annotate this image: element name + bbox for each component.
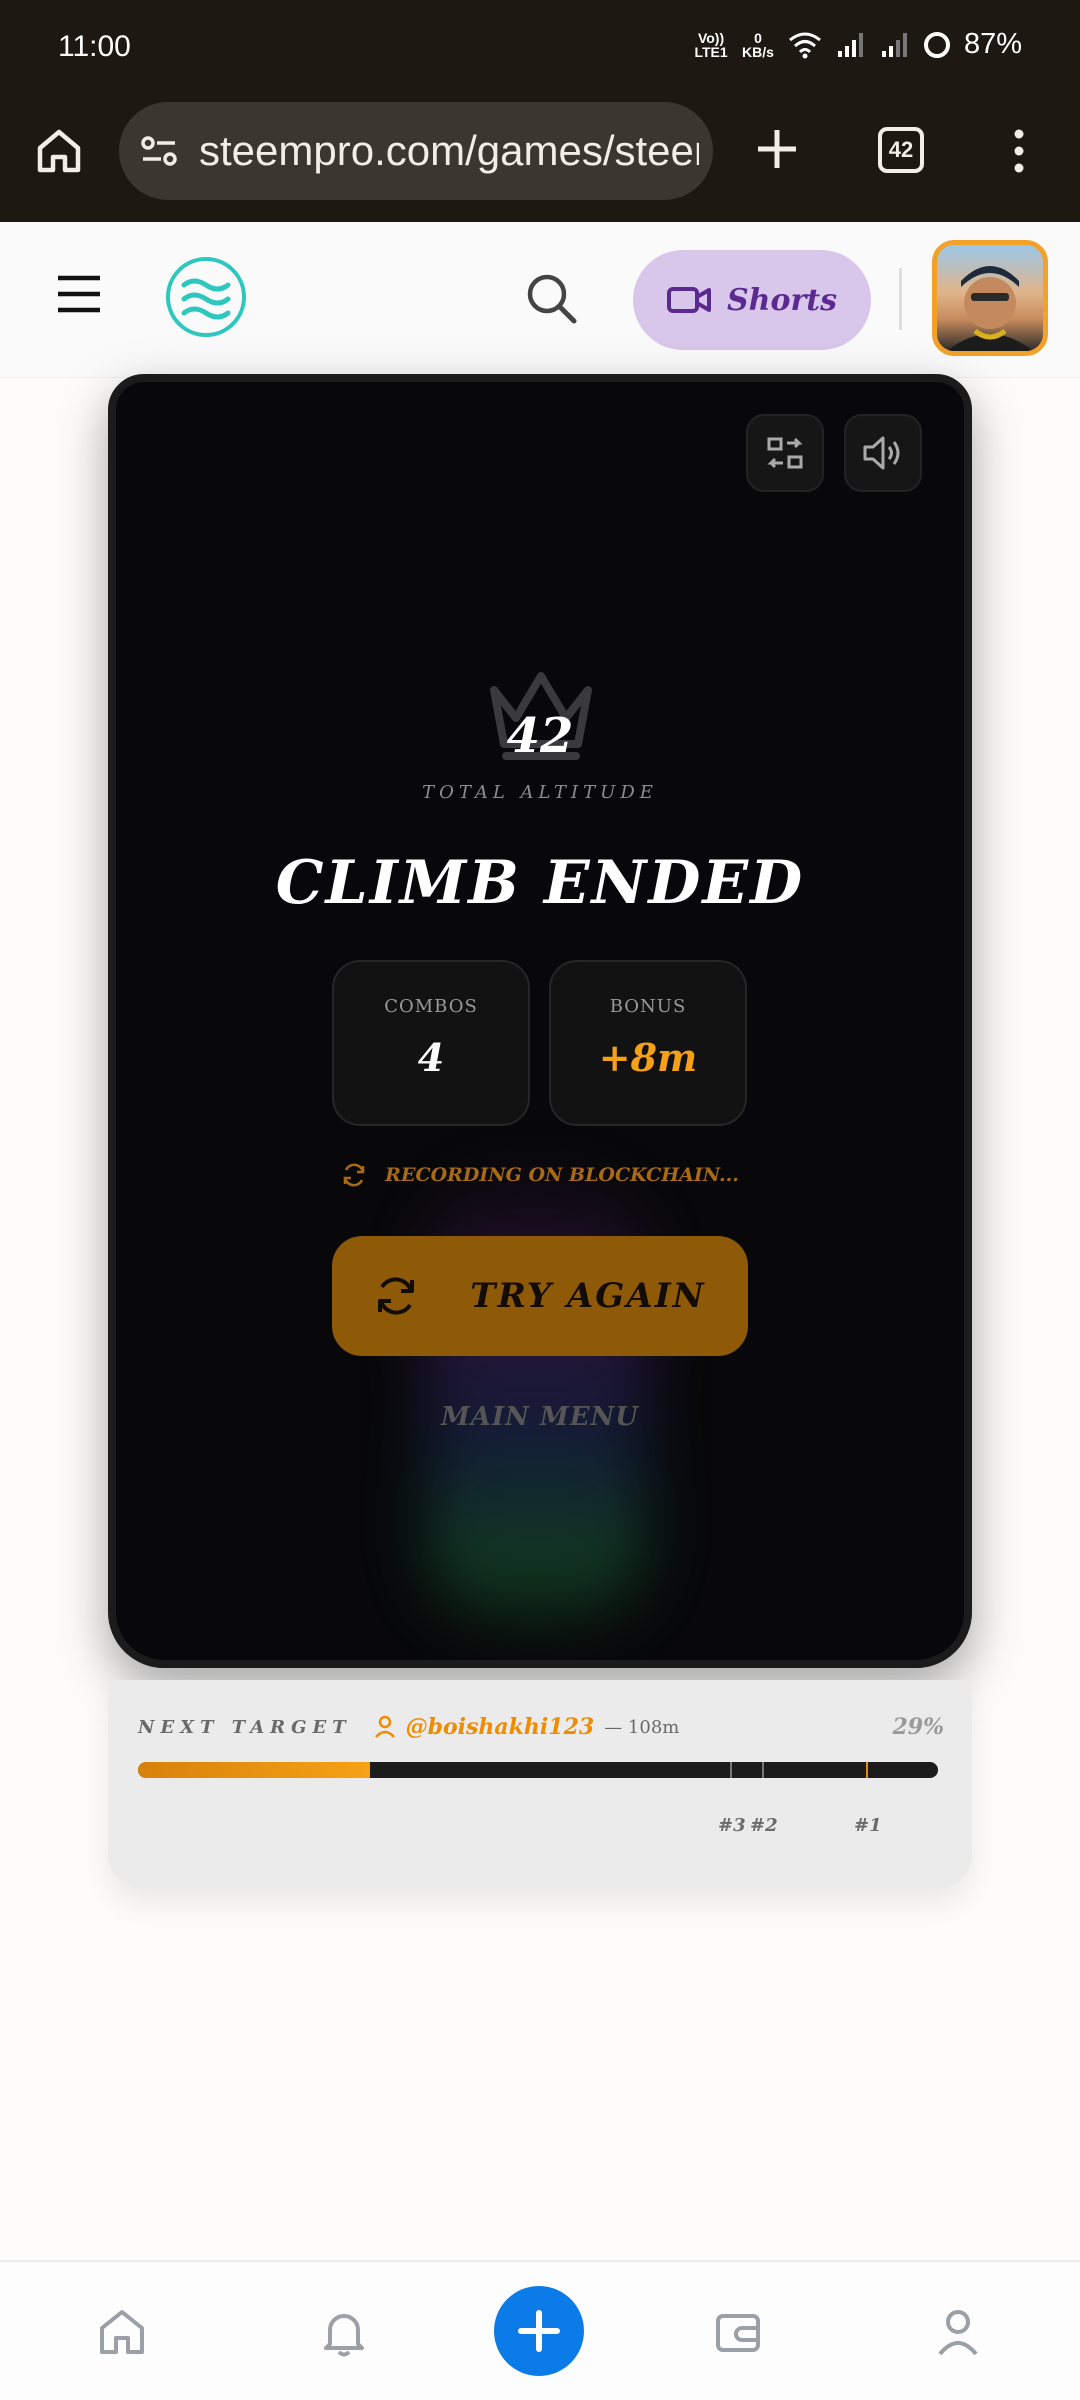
rank-marker-1 (866, 1762, 868, 1778)
rank-label-2: #2 (750, 1815, 778, 1836)
rank-label-3: #3 (718, 1815, 746, 1836)
next-target-panel: NEXT TARGET @boishakhi123 — 108m 29% #3 … (108, 1680, 972, 1888)
sound-button[interactable] (844, 414, 922, 492)
combos-value: 4 (417, 1035, 445, 1080)
more-icon[interactable] (1004, 126, 1034, 176)
bonus-value: +8m (598, 1035, 698, 1080)
signal-icon-2 (881, 32, 907, 57)
wifi-icon (789, 32, 821, 58)
recording-label: RECORDING ON BLOCKCHAIN... (385, 1164, 739, 1186)
battery-level: 87% (963, 28, 1022, 60)
status-icons: Vo)) LTE1 0 KB/s 87% (694, 28, 1022, 61)
volume-icon (863, 436, 900, 470)
progress-percent: 29% (892, 1714, 944, 1740)
menu-icon[interactable] (56, 274, 102, 314)
game-over-title: CLIMB ENDED (275, 848, 805, 918)
bell-icon[interactable] (318, 2306, 370, 2358)
plus-icon (518, 2310, 560, 2352)
rank-marker-2 (762, 1762, 764, 1778)
target-distance: — 108m (604, 1716, 680, 1738)
steempro-logo[interactable] (166, 257, 246, 337)
bottom-navigation (0, 2260, 1080, 2400)
game-canvas[interactable]: 42 TOTAL ALTITUDE CLIMB ENDED COMBOS 4 B… (108, 374, 972, 1668)
bonus-card: BONUS +8m (549, 960, 747, 1126)
battery-icon (923, 31, 950, 58)
recording-status: RECORDING ON BLOCKCHAIN... (116, 1162, 964, 1188)
plus-icon[interactable] (752, 124, 802, 174)
refresh-icon (343, 1163, 365, 1187)
wallet-icon[interactable] (712, 2306, 764, 2358)
try-again-label: TRY AGAIN (470, 1276, 706, 1316)
tab-switcher-button[interactable]: 42 (878, 127, 924, 173)
network-speed-unit: KB/s (742, 43, 774, 60)
url-text[interactable]: steempro.com/games/steer (199, 127, 699, 175)
tune-icon[interactable] (137, 129, 181, 173)
signal-icon (837, 32, 863, 57)
rank-marker-3 (730, 1762, 732, 1778)
address-bar[interactable]: steempro.com/games/steer (119, 102, 713, 200)
header-divider (899, 268, 902, 330)
target-username[interactable]: @boishakhi123 (406, 1714, 595, 1740)
profile-icon[interactable] (932, 2306, 984, 2358)
combos-label: COMBOS (384, 996, 478, 1017)
target-user-group: @boishakhi123 — 108m (374, 1714, 680, 1740)
refresh-icon (378, 1277, 415, 1315)
status-time: 11:00 (58, 30, 131, 63)
main-menu-button[interactable]: MAIN MENU (116, 1402, 964, 1432)
home-icon[interactable] (34, 126, 84, 176)
user-icon (374, 1715, 395, 1738)
bonus-label: BONUS (609, 996, 687, 1017)
total-altitude-label: TOTAL ALTITUDE (422, 782, 658, 803)
next-target-header: NEXT TARGET @boishakhi123 — 108m (138, 1714, 679, 1740)
home-icon[interactable] (96, 2306, 148, 2358)
shorts-label: Shorts (726, 282, 838, 318)
try-again-button[interactable]: TRY AGAIN (332, 1236, 748, 1356)
combos-card: COMBOS 4 (332, 960, 530, 1126)
avatar-image (947, 266, 1033, 351)
volte-indicator: Vo)) LTE1 (694, 29, 728, 60)
create-post-button[interactable] (494, 2286, 584, 2376)
shorts-button[interactable]: Shorts (633, 250, 871, 350)
video-icon (666, 287, 711, 313)
rank-label-1: #1 (854, 1815, 882, 1836)
waves-icon (181, 278, 231, 320)
network-speed-value: 0 (754, 29, 762, 46)
next-target-label: NEXT TARGET (138, 1716, 352, 1738)
exit-fullscreen-icon (767, 437, 803, 469)
total-altitude-value: 42 (506, 708, 574, 764)
search-icon[interactable] (524, 271, 578, 325)
status-bar: 11:00 Vo)) LTE1 0 KB/s 87% (0, 0, 1080, 100)
exit-fullscreen-button[interactable] (746, 414, 824, 492)
progress-track (138, 1762, 938, 1778)
site-header: Shorts (0, 222, 1080, 378)
browser-toolbar: steempro.com/games/steer 42 (0, 100, 1080, 222)
user-avatar[interactable] (932, 240, 1048, 356)
network-speed: 0 KB/s (742, 31, 774, 59)
progress-fill (138, 1762, 370, 1778)
